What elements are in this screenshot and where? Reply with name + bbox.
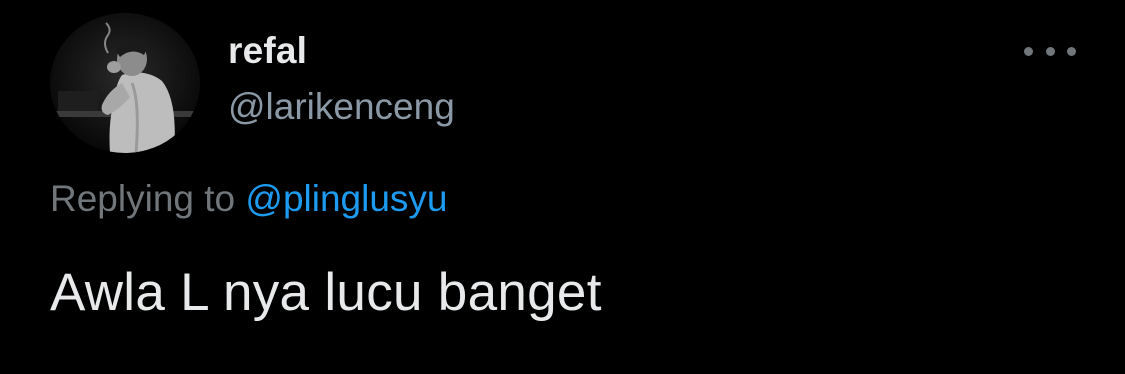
reply-mention-link[interactable]: @plinglusyu xyxy=(245,178,447,219)
more-dot xyxy=(1067,46,1076,56)
tweet: refal @larikenceng Replying to @plinglus… xyxy=(0,0,1125,374)
author-handle[interactable]: @larikenceng xyxy=(228,86,455,128)
replying-to-label: Replying to xyxy=(50,178,236,219)
more-dot xyxy=(1024,46,1033,56)
author-avatar[interactable] xyxy=(50,13,200,153)
more-dot xyxy=(1045,46,1055,56)
more-options-icon[interactable] xyxy=(1024,36,1076,66)
tweet-text: Awla L nya lucu banget xyxy=(50,263,602,322)
author-display-name[interactable]: refal xyxy=(228,30,307,72)
avatar-photo-icon xyxy=(50,13,200,153)
replying-to-line: Replying to @plinglusyu xyxy=(50,178,448,220)
